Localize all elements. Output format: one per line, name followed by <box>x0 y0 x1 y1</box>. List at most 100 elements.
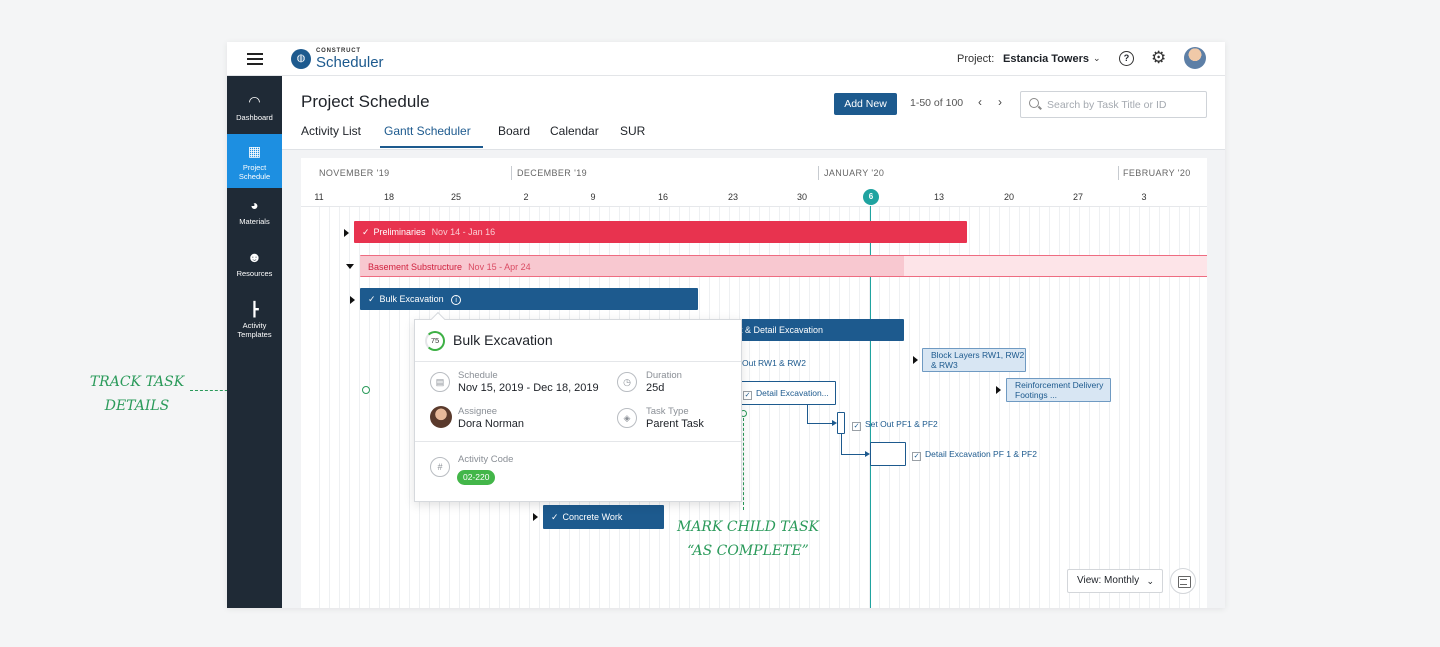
hierarchy-icon: ┣ <box>250 301 259 317</box>
task-bar-basement-substructure[interactable]: Basement Substructure Nov 15 - Apr 24 <box>360 255 1207 277</box>
task-details-popover: 75 Bulk Excavation ▤ Schedule Nov 15, 20… <box>414 311 742 502</box>
annotation-connector-line <box>743 418 744 510</box>
checkbox-complete[interactable]: ✓ <box>743 391 752 400</box>
user-avatar[interactable] <box>1184 47 1206 69</box>
pagination-count: 1-50 of 100 <box>910 97 964 109</box>
collapse-caret[interactable] <box>346 264 354 269</box>
sidebar-item-label: Materials <box>239 217 270 226</box>
person-plus-icon: ☻ <box>247 249 262 265</box>
app-window: ◍ CONSTRUCT Scheduler Project: Estancia … <box>227 42 1225 608</box>
day-label: 18 <box>383 192 394 202</box>
check-icon: ✓ <box>362 227 370 237</box>
gear-icon[interactable]: ⚙ <box>1151 48 1166 68</box>
project-selector[interactable]: Estancia Towers <box>1003 53 1089 65</box>
search-icon <box>1029 98 1039 108</box>
sidebar-item-label: Activity Templates <box>237 321 272 339</box>
chevron-down-icon[interactable]: ⌄ <box>1093 53 1101 64</box>
day-label: 2 <box>523 192 529 202</box>
task-type-value: Parent Task <box>646 418 704 430</box>
month-separator <box>1118 166 1119 180</box>
dependency-connector <box>807 423 832 424</box>
task-bar-block-layers[interactable]: Block Layers RW1, RW2 & RW3 <box>922 348 1026 372</box>
expand-caret[interactable] <box>344 229 349 237</box>
info-icon[interactable]: i <box>451 295 462 305</box>
expand-caret[interactable] <box>913 356 918 364</box>
task-label-detail-excavation-pf[interactable]: ✓ Detail Excavation PF 1 & PF2 <box>912 449 1037 461</box>
chevron-left-icon[interactable]: ‹ <box>978 95 982 109</box>
tab-activity-list[interactable]: Activity List <box>301 124 361 138</box>
dependency-connector <box>807 405 808 423</box>
task-bar-setout-pf[interactable] <box>837 412 845 434</box>
month-label: JANUARY '20 <box>824 168 885 178</box>
active-tab-indicator <box>380 146 483 148</box>
page-title: Project Schedule <box>301 92 430 111</box>
sidebar-item-label: Project Schedule <box>238 163 271 181</box>
logo-wordmark: Scheduler <box>316 54 384 71</box>
task-label-setout-rw[interactable]: Out RW1 & RW2 <box>742 358 806 368</box>
day-label: 25 <box>450 192 461 202</box>
day-label: 23 <box>727 192 738 202</box>
day-label: 27 <box>1072 192 1083 202</box>
calendar-icon: ▤ <box>430 372 450 392</box>
project-label: Project: <box>957 53 995 65</box>
tab-gantt-scheduler[interactable]: Gantt Scheduler <box>384 124 471 138</box>
grid-line <box>339 206 340 608</box>
expand-caret[interactable] <box>533 513 538 521</box>
logo-mark-icon: ◍ <box>291 49 311 69</box>
search-input[interactable] <box>1047 96 1202 114</box>
calendar-icon: ▦ <box>247 143 262 159</box>
sidebar-item-project-schedule[interactable]: ▦ Project Schedule <box>227 134 282 188</box>
dashboard-gauge-icon: ◠ <box>248 93 261 109</box>
task-bar-detail-excavation[interactable]: ✓ Detail Excavation... <box>737 381 836 405</box>
activity-code-label: Activity Code <box>458 454 514 465</box>
assignee-value: Dora Norman <box>458 418 525 430</box>
day-label: 16 <box>657 192 668 202</box>
annotation-mark-child-complete: MARK CHILD TASK “AS COMPLETE” <box>676 519 820 559</box>
grid-line <box>319 206 320 608</box>
popover-notch <box>430 311 446 327</box>
view-mode-select[interactable]: View: Monthly ⌄ <box>1067 569 1163 593</box>
checkbox-complete[interactable]: ✓ <box>852 422 861 431</box>
sidebar-item-activity-templates[interactable]: ┣ Activity Templates <box>227 292 282 348</box>
sidebar-item-resources[interactable]: ☻ Resources <box>227 240 282 290</box>
schedule-value: Nov 15, 2019 - Dec 18, 2019 <box>458 382 599 394</box>
month-separator <box>511 166 512 180</box>
day-label: 13 <box>933 192 944 202</box>
sidebar-item-label: Dashboard <box>236 113 273 122</box>
month-label: NOVEMBER '19 <box>319 168 390 178</box>
day-label: 30 <box>796 192 807 202</box>
checkbox-complete[interactable]: ✓ <box>912 452 921 461</box>
tab-sur[interactable]: SUR <box>620 124 645 138</box>
check-icon: ✓ <box>551 512 559 522</box>
today-marker[interactable]: 6 <box>863 189 879 205</box>
task-bar-detail-excavation-pf[interactable] <box>870 442 906 466</box>
task-label-setout-pf[interactable]: ✓ Set Out PF1 & PF2 <box>852 419 938 431</box>
month-label: DECEMBER '19 <box>517 168 588 178</box>
add-new-button[interactable]: Add New <box>834 93 897 115</box>
sidebar-item-materials[interactable]: ◕ Materials <box>227 188 282 238</box>
task-bar-reinforcement-delivery[interactable]: Reinforcement Delivery Footings ... <box>1006 378 1111 402</box>
task-type-label: Task Type <box>646 406 689 417</box>
task-bar-concrete-work[interactable]: ✓ Concrete Work <box>543 505 664 529</box>
hash-icon: # <box>430 457 450 477</box>
expand-caret[interactable] <box>996 386 1001 394</box>
dependency-connector <box>841 434 842 454</box>
day-label: 9 <box>590 192 596 202</box>
assignee-label: Assignee <box>458 406 498 417</box>
help-icon[interactable]: ? <box>1119 51 1134 66</box>
chevron-right-icon[interactable]: › <box>998 95 1002 109</box>
task-bar-bulk-excavation[interactable]: ✓ Bulk Excavation i <box>360 288 698 310</box>
tab-calendar[interactable]: Calendar <box>550 124 599 138</box>
duration-value: 25d <box>646 382 665 394</box>
month-separator <box>818 166 819 180</box>
day-label: 3 <box>1141 192 1147 202</box>
sidebar-item-dashboard[interactable]: ◠ Dashboard <box>227 84 282 134</box>
tab-board[interactable]: Board <box>498 124 530 138</box>
expand-caret[interactable] <box>350 296 355 304</box>
duration-label: Duration <box>646 370 682 381</box>
top-bar: ◍ CONSTRUCT Scheduler Project: Estancia … <box>227 42 1225 76</box>
clock-icon: ◷ <box>617 372 637 392</box>
notes-icon[interactable] <box>1170 568 1196 594</box>
hamburger-menu-icon[interactable] <box>247 53 263 65</box>
task-bar-preliminaries[interactable]: ✓ Preliminaries Nov 14 - Jan 16 <box>354 221 967 243</box>
